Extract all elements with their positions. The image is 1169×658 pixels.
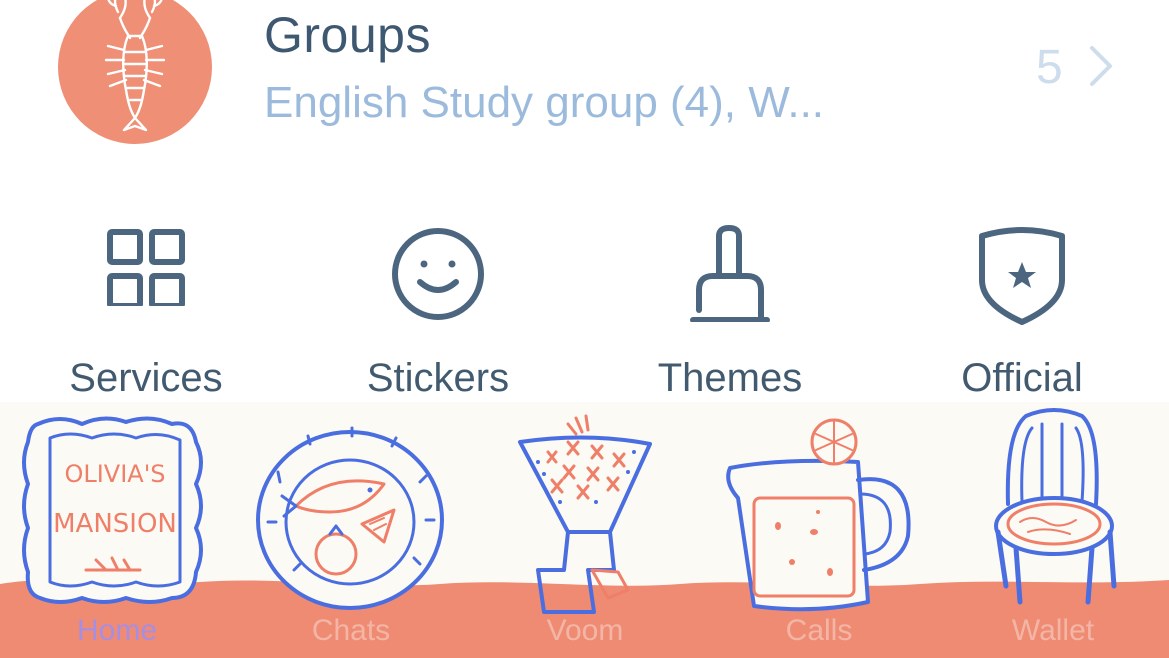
grid-icon [107,229,185,306]
lobster-icon [104,0,166,132]
shortcut-themes[interactable]: Themes [620,222,840,402]
tab-label: Voom [546,614,624,647]
tab-label: Calls [785,614,853,647]
paintbrush-icon [690,225,770,322]
groups-row[interactable]: Groups English Study group (4), W... 5 [0,0,1169,160]
shortcut-label: Stickers [366,356,510,400]
groups-avatar [58,0,212,144]
tab-label: Home [76,614,158,647]
sign-text-line-1: OLIVIA'S [64,460,165,488]
shortcut-label: Services [69,356,223,400]
tab-bar: OLIVIA'S MANSION Home Chats Voom Calls W… [0,402,1169,658]
shortcut-official[interactable]: Official [912,222,1132,402]
tab-wallet[interactable]: Wallet [936,402,1169,658]
shield-star-icon [979,227,1065,325]
groups-count: 5 [1036,41,1063,94]
tab-label: Chats [311,614,391,647]
shortcut-label: Themes [657,356,803,400]
shortcut-services[interactable]: Services [36,222,256,402]
sign-text-line-2: MANSION [53,509,177,539]
groups-subtitle: English Study group (4), W... [264,78,825,127]
chevron-right-icon [1090,46,1112,86]
tab-label: Wallet [1011,614,1095,647]
tab-home[interactable]: OLIVIA'S MANSION Home [0,402,234,658]
smiley-icon [392,228,484,320]
groups-title: Groups [264,7,431,63]
tab-calls[interactable]: Calls [702,402,936,658]
tab-voom[interactable]: Voom [468,402,702,658]
shortcut-label: Official [961,356,1083,400]
tab-chats[interactable]: Chats [234,402,468,658]
shortcut-stickers[interactable]: Stickers [328,222,548,402]
